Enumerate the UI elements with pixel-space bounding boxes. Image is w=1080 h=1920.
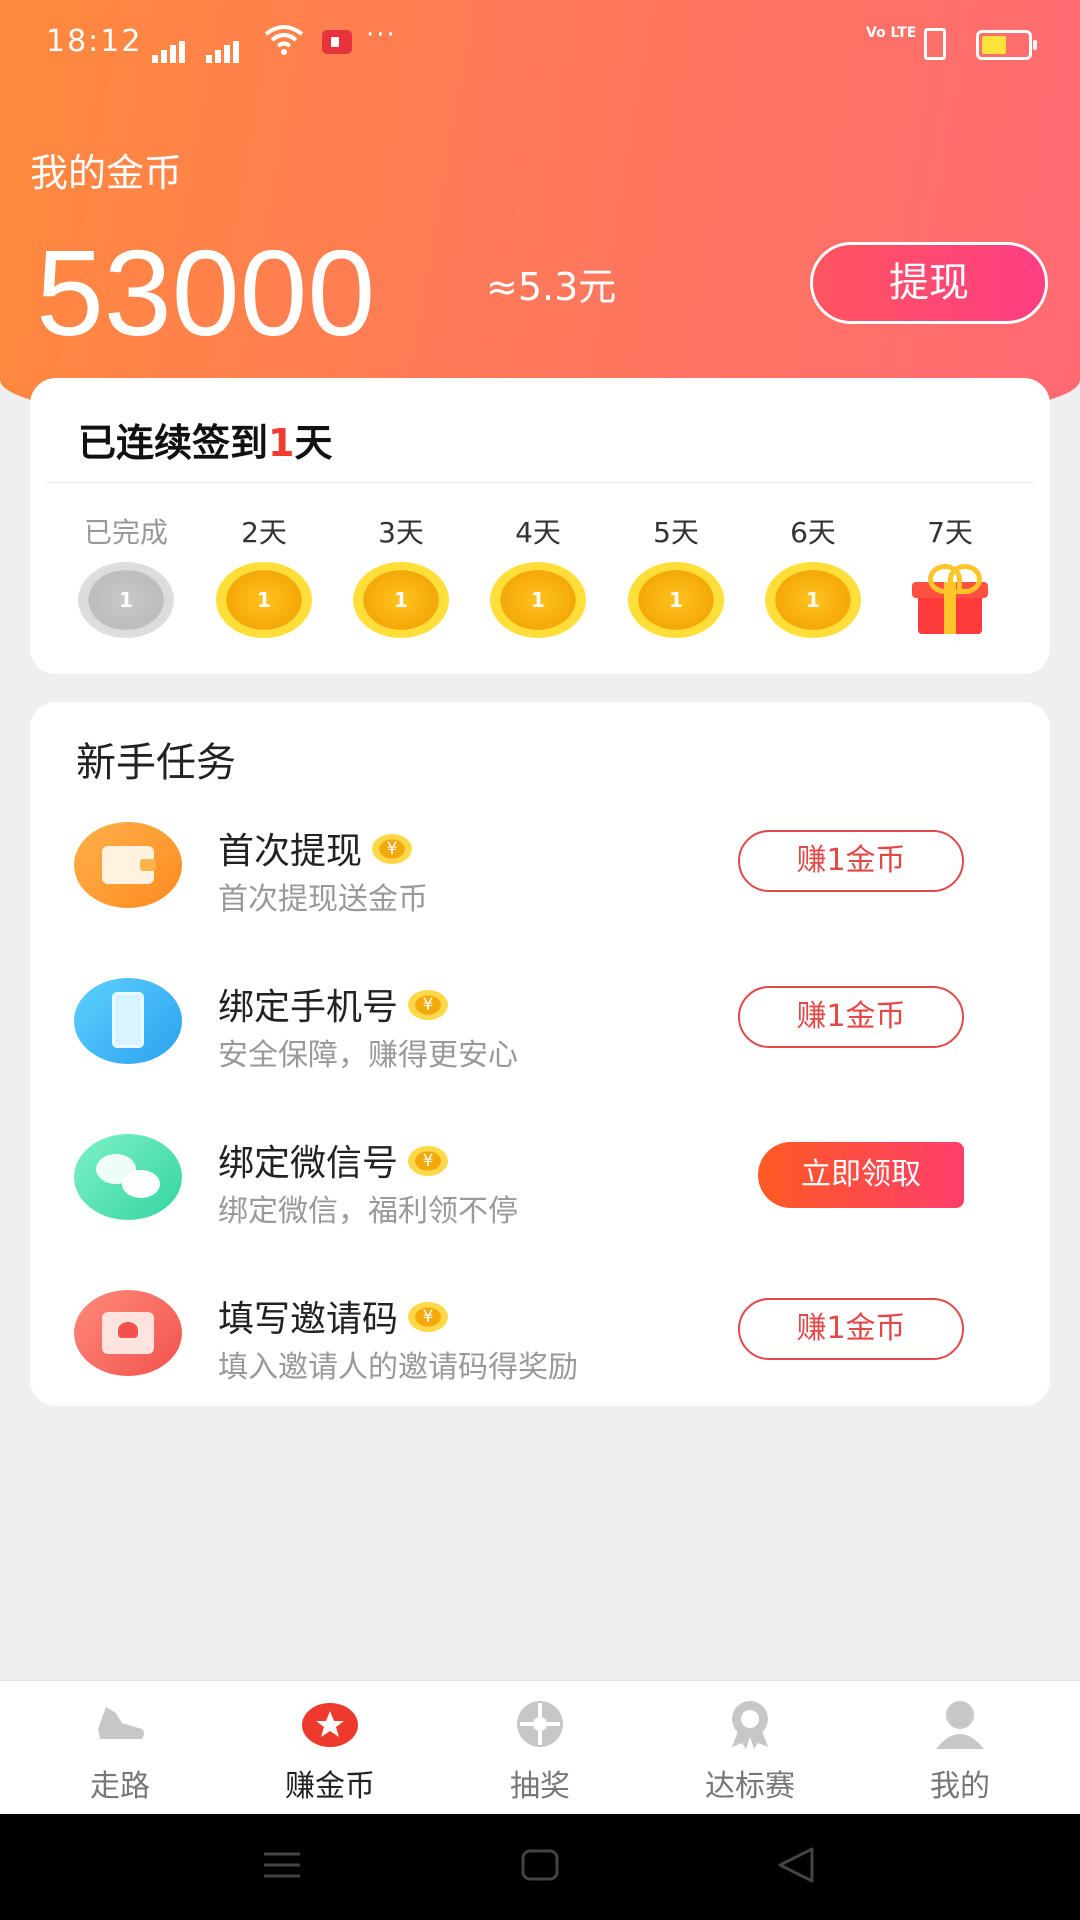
coin-icon (372, 834, 413, 864)
checkin-day-6: 6天 1 (753, 516, 873, 638)
checkin-day-4: 4天 1 (478, 516, 598, 638)
day-label: 7天 (927, 516, 973, 549)
bottom-nav: 走路 赚金币 抽奖 达标赛 我的 (0, 1680, 1080, 1815)
coin-icon: 1 (490, 562, 586, 638)
wechat-icon (74, 1134, 182, 1220)
wallet-icon (74, 822, 182, 908)
task-invite-code: 填写邀请码 填入邀请人的邀请码得奖励 赚1金币 (30, 1290, 1050, 1410)
coin-icon: 1 (78, 562, 174, 638)
coins-label: 我的金币 (30, 151, 183, 195)
tasks-title: 新手任务 (76, 740, 236, 786)
person-icon (932, 1699, 988, 1749)
battery-icon (976, 30, 1037, 60)
back-icon[interactable] (776, 1846, 816, 1884)
wifi-icon (264, 25, 304, 55)
checkin-title-suffix: 天 (294, 421, 333, 465)
checkin-days-count: 1 (268, 421, 295, 465)
nav-label: 抽奖 (510, 1769, 570, 1804)
task-name: 绑定微信号 (218, 1134, 449, 1186)
checkin-day-2: 2天 1 (204, 516, 324, 638)
nav-label: 达标赛 (705, 1769, 795, 1804)
phone-icon (74, 978, 182, 1064)
earn-coin-button[interactable]: 赚1金币 (738, 986, 964, 1048)
signal-icon (206, 28, 242, 63)
task-bind-phone: 绑定手机号 安全保障，赚得更安心 赚1金币 (30, 978, 1050, 1098)
checkin-day-3: 3天 1 (341, 516, 461, 638)
divider (46, 482, 1034, 483)
nav-mine[interactable]: 我的 (880, 1681, 1040, 1815)
day-label: 已完成 (83, 516, 168, 549)
coin-icon (408, 990, 449, 1020)
star-coin-icon (302, 1699, 358, 1749)
checkin-day-7: 7天 (890, 516, 1010, 636)
day-label: 4天 (515, 516, 561, 549)
nav-walk[interactable]: 走路 (40, 1681, 200, 1815)
screen-record-icon (322, 30, 352, 54)
volte-icon: Vo LTE (866, 25, 917, 41)
checkin-title-prefix: 已连续签到 (78, 421, 269, 465)
status-time: 18:12 (46, 24, 143, 59)
coin-icon: 1 (628, 562, 724, 638)
task-desc: 安全保障，赚得更安心 (218, 1038, 518, 1073)
home-icon[interactable] (520, 1848, 560, 1882)
task-desc: 首次提现送金币 (218, 882, 428, 917)
nav-label: 我的 (930, 1769, 990, 1804)
checkin-card: 已连续签到1天 已完成 1 2天 1 3天 1 4天 1 5天 1 6天 1 7… (30, 378, 1050, 674)
task-name: 首次提现 (218, 822, 413, 874)
coin-icon (408, 1302, 449, 1332)
day-label: 2天 (241, 516, 287, 549)
day-label: 6天 (790, 516, 836, 549)
checkin-title: 已连续签到1天 (78, 412, 332, 467)
header-banner: 18:12 ··· Vo LTE 我的金币 53000 ≈5.3元 提现 (0, 0, 1080, 440)
coins-amount: 53000 (36, 225, 376, 361)
shoe-icon (92, 1699, 148, 1749)
vibrate-icon (924, 28, 946, 60)
signal-icon (152, 28, 188, 63)
system-navigation-bar (0, 1814, 1080, 1920)
task-desc: 绑定微信，福利领不停 (218, 1194, 518, 1229)
status-bar: 18:12 ··· Vo LTE (0, 0, 1080, 86)
nav-contest[interactable]: 达标赛 (670, 1681, 830, 1815)
coin-icon: 1 (765, 562, 861, 638)
day-label: 3天 (378, 516, 424, 549)
coin-icon (408, 1146, 449, 1176)
newbie-tasks-card: 新手任务 首次提现 首次提现送金币 赚1金币 绑定手机号 安全保障，赚得更安心 … (30, 702, 1050, 1406)
more-dots: ··· (366, 20, 397, 50)
coins-cash-value: ≈5.3元 (486, 265, 617, 309)
checkin-day-5: 5天 1 (616, 516, 736, 638)
earn-coin-button[interactable]: 赚1金币 (738, 830, 964, 892)
nav-earn-coins[interactable]: 赚金币 (250, 1681, 410, 1815)
nav-label: 走路 (90, 1769, 150, 1804)
task-first-withdraw: 首次提现 首次提现送金币 赚1金币 (30, 822, 1050, 942)
task-bind-wechat: 绑定微信号 绑定微信，福利领不停 立即领取 (30, 1134, 1050, 1254)
claim-now-button[interactable]: 立即领取 (758, 1142, 964, 1208)
nav-lottery[interactable]: 抽奖 (460, 1681, 620, 1815)
coin-icon: 1 (353, 562, 449, 638)
wheel-icon (512, 1699, 568, 1749)
menu-icon[interactable] (262, 1850, 302, 1880)
task-name: 绑定手机号 (218, 978, 449, 1030)
envelope-heart-icon (74, 1290, 182, 1376)
nav-label: 赚金币 (285, 1769, 375, 1804)
withdraw-button[interactable]: 提现 (810, 242, 1048, 324)
earn-coin-button[interactable]: 赚1金币 (738, 1298, 964, 1360)
task-name: 填写邀请码 (218, 1290, 449, 1342)
day-label: 5天 (653, 516, 699, 549)
task-desc: 填入邀请人的邀请码得奖励 (218, 1350, 578, 1385)
medal-icon (722, 1699, 778, 1749)
coin-icon: 1 (216, 562, 312, 638)
checkin-day-1: 已完成 1 (66, 516, 186, 638)
gift-icon (908, 560, 992, 636)
